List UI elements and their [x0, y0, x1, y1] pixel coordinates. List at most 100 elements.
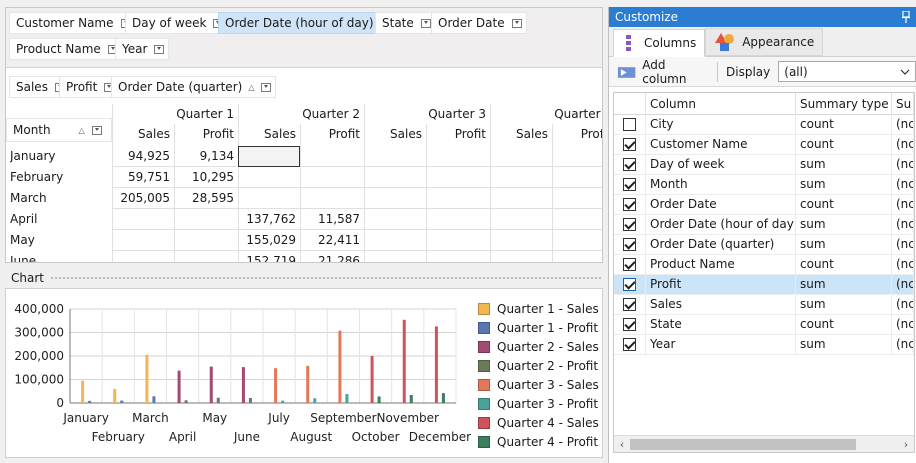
summary-type[interactable]: sum	[796, 155, 892, 174]
row-header-month[interactable]: April	[10, 209, 110, 230]
checkbox-checked[interactable]	[623, 238, 636, 251]
column-row[interactable]: Order Date count (nc	[614, 195, 914, 215]
value-header[interactable]: Sales	[238, 124, 300, 145]
data-cell[interactable]	[426, 146, 490, 167]
truncated-cell[interactable]: (nc	[892, 335, 914, 354]
data-cell[interactable]: 205,005	[112, 188, 174, 209]
legend-item[interactable]: Quarter 4 - Sales	[478, 413, 599, 432]
data-cell[interactable]	[364, 230, 426, 251]
sort-ascending-icon[interactable]: △	[79, 126, 85, 135]
tab-appearance[interactable]: Appearance	[705, 28, 824, 56]
truncated-cell[interactable]: (nc	[892, 175, 914, 194]
data-cell[interactable]	[364, 251, 426, 262]
row-header-month[interactable]: May	[10, 230, 110, 251]
bar-quarter-3-sales-july[interactable]	[274, 368, 278, 403]
column-row[interactable]: Customer Name count (nc	[614, 135, 914, 155]
column-row[interactable]: Profit sum (nc	[614, 275, 914, 295]
value-header[interactable]: Sales	[112, 124, 174, 145]
truncated-cell[interactable]: (nc	[892, 135, 914, 154]
data-cell[interactable]	[552, 230, 602, 251]
column-row[interactable]: Product Name count (nc	[614, 255, 914, 275]
summary-type[interactable]: sum	[796, 295, 892, 314]
column-row[interactable]: State count (nc	[614, 315, 914, 335]
value-header[interactable]: Profit	[174, 124, 238, 145]
truncated-cell[interactable]: (nc	[892, 235, 914, 254]
bar-quarter-4-sales-november[interactable]	[402, 319, 406, 403]
filter-field-order-date[interactable]: Order Date	[431, 12, 527, 34]
bar-quarter-2-sales-june[interactable]	[241, 367, 245, 403]
data-cell[interactable]	[364, 209, 426, 230]
data-cell[interactable]	[426, 188, 490, 209]
quarter-header[interactable]: Quarter 4	[490, 104, 602, 125]
checkbox-checked[interactable]	[623, 218, 636, 231]
data-cell[interactable]	[490, 209, 552, 230]
value-header[interactable]: Profit	[426, 124, 490, 145]
filter-dropdown-icon[interactable]	[511, 18, 522, 28]
filter-field-state[interactable]: State	[375, 12, 436, 34]
summary-type[interactable]: sum	[796, 335, 892, 354]
truncated-cell[interactable]: (nc	[892, 275, 914, 294]
bar-quarter-4-profit-december[interactable]	[441, 393, 445, 403]
bar-quarter-2-profit-april[interactable]	[184, 400, 188, 403]
summary-type[interactable]: count	[796, 135, 892, 154]
data-cell[interactable]	[552, 251, 602, 262]
truncated-cell[interactable]: (nc	[892, 255, 914, 274]
data-cell[interactable]: 10,295	[174, 167, 238, 188]
summary-type[interactable]: sum	[796, 215, 892, 234]
column-name[interactable]: Customer Name	[646, 135, 796, 154]
truncated-cell[interactable]: (nc	[892, 115, 914, 134]
column-row[interactable]: Month sum (nc	[614, 175, 914, 195]
value-header[interactable]: Profit	[300, 124, 364, 145]
data-cell[interactable]: 11,587	[300, 209, 364, 230]
column-name[interactable]: City	[646, 115, 796, 134]
filter-field-day-of-week[interactable]: Day of week	[125, 12, 229, 34]
column-name[interactable]: Profit	[646, 275, 796, 294]
data-cell[interactable]	[112, 230, 174, 251]
legend-item[interactable]: Quarter 2 - Profit	[478, 356, 599, 375]
horizontal-scrollbar[interactable]: ‹ ›	[614, 435, 914, 452]
data-cell[interactable]: 152,719	[238, 251, 300, 262]
truncated-cell[interactable]: (nc	[892, 155, 914, 174]
column-row[interactable]: Year sum (nc	[614, 335, 914, 355]
data-cell[interactable]	[174, 209, 238, 230]
value-header[interactable]: Profit	[552, 124, 602, 145]
row-header-month[interactable]: January	[10, 146, 110, 167]
checkbox-checked[interactable]	[623, 138, 636, 151]
scrollbar-thumb[interactable]	[630, 438, 856, 450]
bar-quarter-1-profit-march[interactable]	[152, 396, 156, 403]
column-row[interactable]: Day of week sum (nc	[614, 155, 914, 175]
data-cell[interactable]	[426, 230, 490, 251]
value-header[interactable]: Sales	[490, 124, 552, 145]
data-cell[interactable]	[238, 188, 300, 209]
data-cell[interactable]	[490, 251, 552, 262]
bar-quarter-1-profit-february[interactable]	[120, 400, 124, 403]
data-cell[interactable]	[238, 167, 300, 188]
column-name[interactable]: Order Date (hour of day)	[646, 215, 796, 234]
filter-field-year[interactable]: Year	[115, 38, 170, 60]
data-cell[interactable]: 94,925	[112, 146, 174, 167]
column-row[interactable]: City count (nc	[614, 115, 914, 135]
data-cell[interactable]	[426, 209, 490, 230]
bar-quarter-1-sales-february[interactable]	[113, 388, 117, 403]
bar-quarter-4-profit-november[interactable]	[409, 395, 413, 403]
data-cell[interactable]: 28,595	[174, 188, 238, 209]
value-header[interactable]: Sales	[364, 124, 426, 145]
pin-icon[interactable]	[902, 11, 910, 23]
data-cell[interactable]	[112, 251, 174, 262]
bar-quarter-3-profit-july[interactable]	[281, 400, 285, 403]
quarter-header[interactable]: Quarter 3	[364, 104, 490, 125]
column-row[interactable]: Order Date (hour of day) sum (nc	[614, 215, 914, 235]
data-cell[interactable]	[364, 188, 426, 209]
column-row[interactable]: Sales sum (nc	[614, 295, 914, 315]
data-cell[interactable]	[112, 209, 174, 230]
summary-type[interactable]: count	[796, 115, 892, 134]
data-cell[interactable]	[364, 146, 426, 167]
header-summary-type[interactable]: Summary type	[796, 93, 892, 115]
data-cell[interactable]	[364, 167, 426, 188]
column-name[interactable]: State	[646, 315, 796, 334]
column-name[interactable]: Year	[646, 335, 796, 354]
display-select[interactable]: (all)	[778, 61, 916, 82]
bar-quarter-2-profit-june[interactable]	[248, 397, 252, 403]
data-cell[interactable]: 155,029	[238, 230, 300, 251]
data-cell[interactable]	[426, 251, 490, 262]
